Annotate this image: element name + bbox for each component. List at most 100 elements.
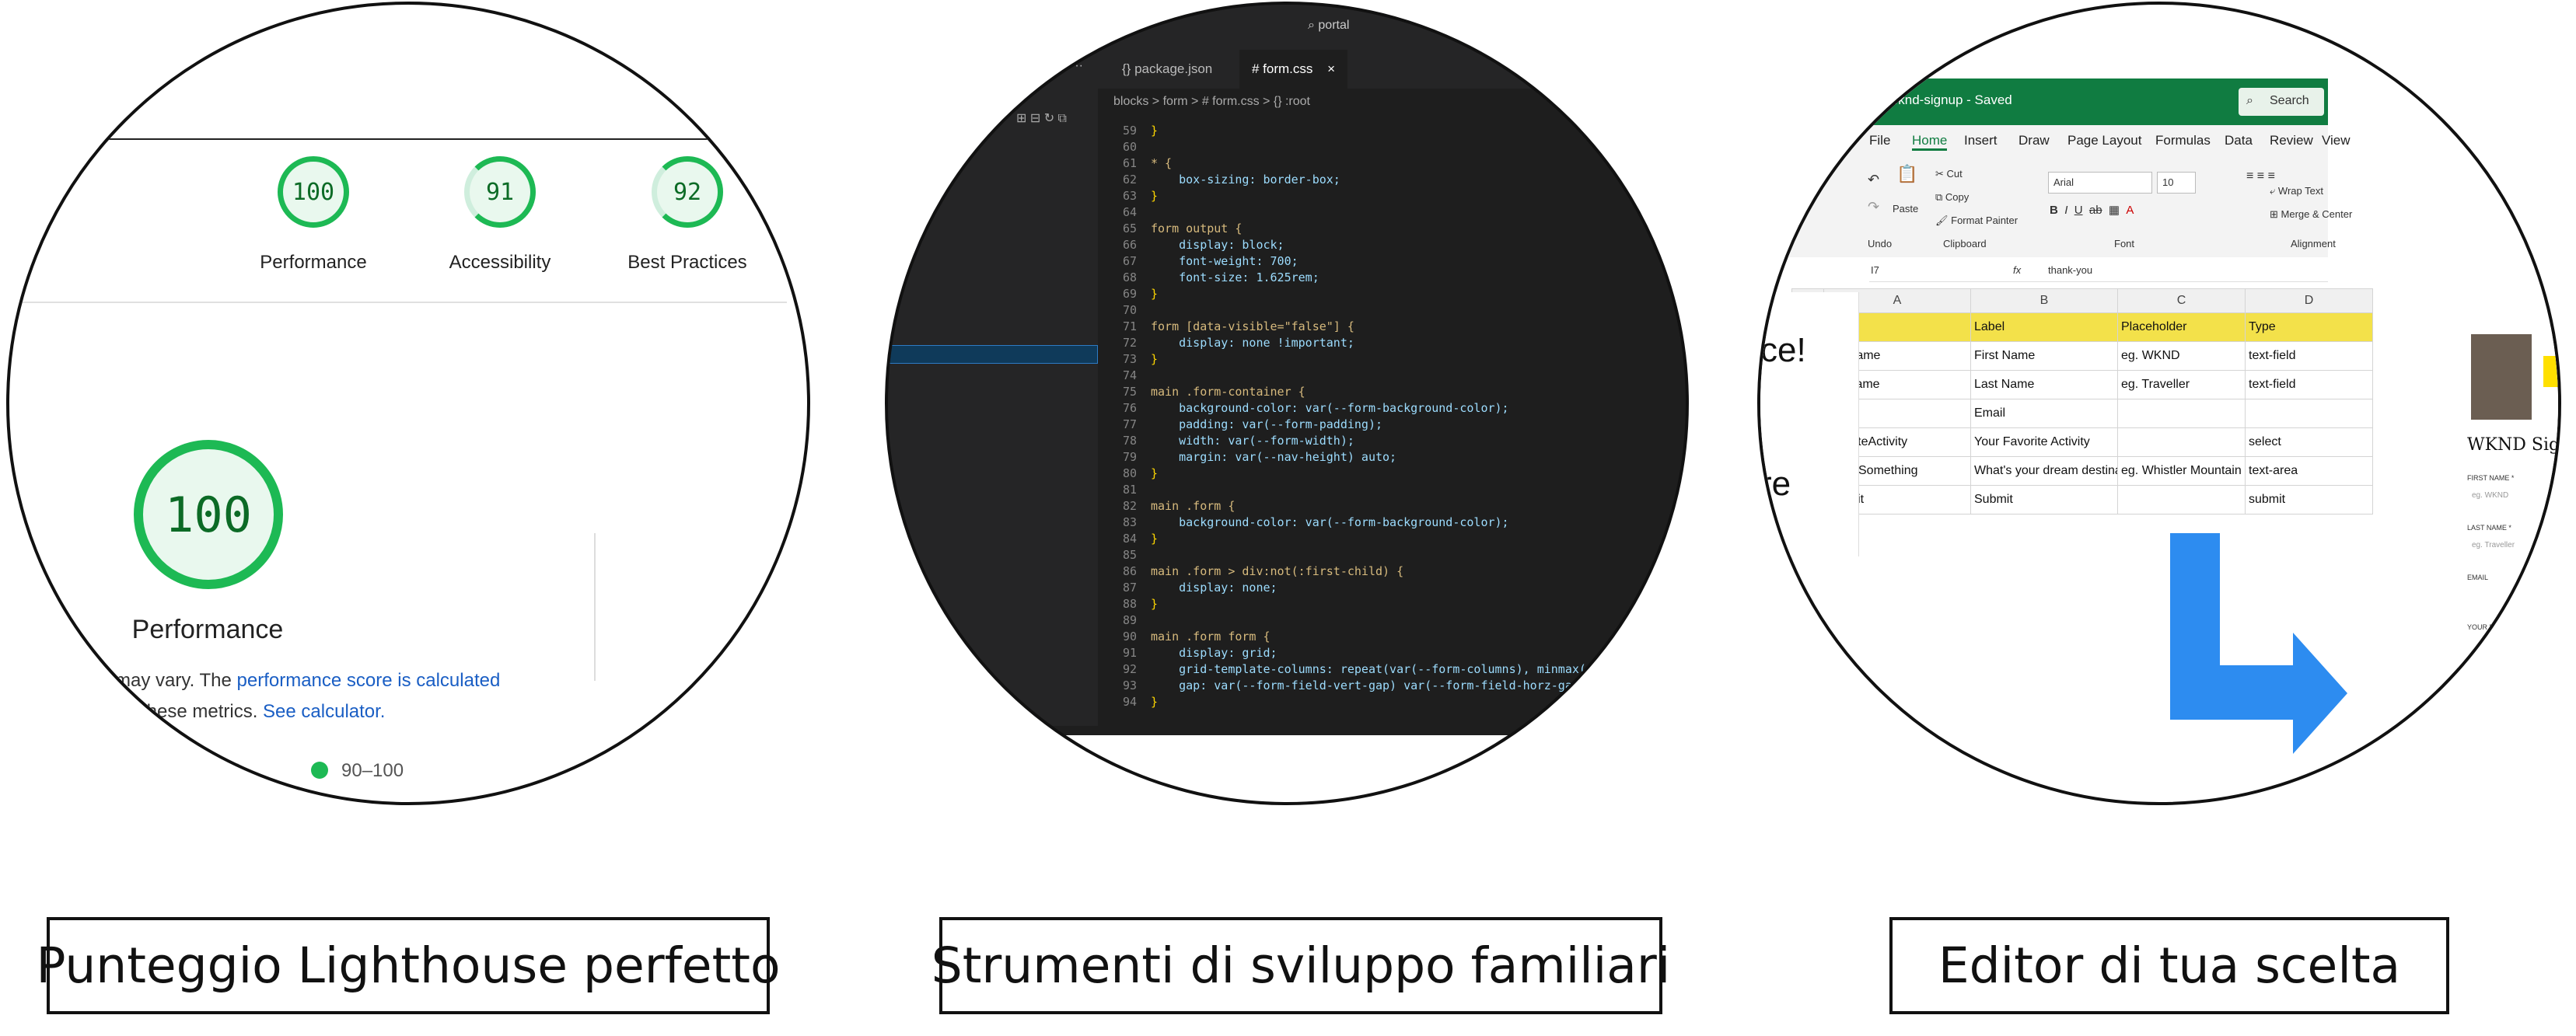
last-name-input[interactable]: eg. Traveller	[2472, 541, 2515, 549]
code-line[interactable]: 67 font-weight: 700;	[1098, 253, 1600, 270]
code-line[interactable]: 65 form output {	[1098, 221, 1600, 237]
code-line[interactable]: 91 display: grid;	[1098, 645, 1600, 661]
table-cell[interactable]: select	[2245, 427, 2373, 457]
paste-icon[interactable]: 📋	[1896, 164, 1917, 184]
code-line[interactable]: 71 form [data-visible="false"] {	[1098, 319, 1600, 335]
table-cell[interactable]: Submit	[1970, 485, 2118, 515]
column-header[interactable]: C	[2117, 288, 2246, 313]
menu-page-layout[interactable]: Page Layout	[2067, 133, 2141, 148]
copy-button[interactable]: ⧉ Copy	[1935, 191, 1969, 204]
merge-center-button[interactable]: ⊞ Merge & Center	[2270, 208, 2352, 221]
code-line[interactable]: 94}	[1098, 694, 1600, 710]
tab-form-css[interactable]: # form.css ×	[1239, 50, 1348, 89]
command-center[interactable]: ⌕ portal	[1308, 19, 1349, 33]
close-icon[interactable]: ×	[1327, 61, 1335, 76]
performance-gauge-small[interactable]: 100	[278, 156, 349, 228]
table-cell[interactable]: text-area	[2245, 456, 2373, 486]
first-name-input[interactable]: eg. WKND	[2472, 491, 2508, 500]
menu-home[interactable]: Home	[1912, 133, 1948, 151]
font-size-select[interactable]: 10	[2157, 172, 2196, 194]
table-cell[interactable]: eg. Whistler Mountain	[2117, 456, 2246, 486]
menu-data[interactable]: Data	[2225, 133, 2253, 148]
table-cell[interactable]: eg. Traveller	[2117, 370, 2246, 399]
file-name[interactable]: wknd-signup - Saved	[1889, 92, 2012, 108]
code-line[interactable]: 83 background-color: var(--form-backgrou…	[1098, 515, 1600, 531]
code-line[interactable]: 60	[1098, 139, 1600, 155]
breadcrumb-text[interactable]: blocks > form > # form.css > {} :root	[1113, 95, 1310, 109]
column-header[interactable]: B	[1970, 288, 2118, 313]
code-line[interactable]: 82 main .form {	[1098, 498, 1600, 515]
code-line[interactable]: 76 background-color: var(--form-backgrou…	[1098, 400, 1600, 417]
code-line[interactable]: 61 * {	[1098, 155, 1600, 172]
code-line[interactable]: 78 width: var(--form-width);	[1098, 433, 1600, 449]
format-painter-button[interactable]: 🖌 Format Painter	[1935, 215, 2018, 227]
table-cell[interactable]: What's your dream destinatio	[1970, 456, 2118, 486]
code-line[interactable]: 59}	[1098, 123, 1600, 139]
code-line[interactable]: 81	[1098, 482, 1600, 498]
table-cell[interactable]: Your Favorite Activity	[1970, 427, 2118, 457]
code-line[interactable]: 77 padding: var(--form-padding);	[1098, 417, 1600, 433]
best-practices-gauge[interactable]: 92	[652, 156, 723, 228]
table-cell[interactable]: First Name	[1970, 341, 2118, 371]
spreadsheet-grid[interactable]: A B C D 1FieldLabelPlaceholderType2first…	[1791, 288, 2373, 515]
code-line[interactable]: 70	[1098, 302, 1600, 319]
table-cell[interactable]	[2117, 399, 2246, 428]
code-line[interactable]: 86 main .form > div:not(:first-child) {	[1098, 563, 1600, 580]
menu-draw[interactable]: Draw	[2019, 133, 2050, 148]
table-cell[interactable]	[2117, 427, 2246, 457]
table-cell[interactable]: Label	[1970, 312, 2118, 342]
menu-file[interactable]: File	[1869, 133, 1890, 148]
cut-button[interactable]: ✂ Cut	[1935, 168, 1963, 180]
code-line[interactable]: 62 box-sizing: border-box;	[1098, 172, 1600, 188]
paste-label[interactable]: Paste	[1893, 203, 1918, 215]
table-cell[interactable]: submit	[2245, 485, 2373, 515]
code-line[interactable]: 84}	[1098, 531, 1600, 547]
menu-view[interactable]: View	[2322, 133, 2351, 148]
code-line[interactable]: 87 display: none;	[1098, 580, 1600, 596]
font-name-select[interactable]: Arial	[2048, 172, 2152, 194]
table-cell[interactable]: text-field	[2245, 341, 2373, 371]
code-line[interactable]: 72 display: none !important;	[1098, 335, 1600, 351]
code-line[interactable]: 88}	[1098, 596, 1600, 612]
table-cell[interactable]: Type	[2245, 312, 2373, 342]
code-line[interactable]: 68 font-size: 1.625rem;	[1098, 270, 1600, 286]
search-box[interactable]: ⌕ Search	[2239, 88, 2324, 116]
selected-file-row[interactable]	[888, 345, 1098, 364]
undo-icon[interactable]: ↶	[1868, 172, 1879, 188]
formula-input[interactable]: thank-you	[2048, 264, 2092, 276]
code-line[interactable]: 79 margin: var(--nav-height) auto;	[1098, 449, 1600, 466]
score-calculated-link[interactable]: performance score is calculated	[237, 670, 501, 691]
align-icons[interactable]: ≡ ≡ ≡	[2246, 169, 2275, 183]
menu-formulas[interactable]: Formulas	[2155, 133, 2211, 148]
code-line[interactable]: 74	[1098, 368, 1600, 384]
accessibility-gauge[interactable]: 91	[464, 156, 536, 228]
code-line[interactable]: 90 main .form form {	[1098, 629, 1600, 645]
table-cell[interactable]: eg. WKND	[2117, 341, 2246, 371]
table-cell[interactable]	[2245, 399, 2373, 428]
code-line[interactable]: 89	[1098, 612, 1600, 629]
signup-button[interactable]	[2543, 356, 2558, 387]
menu-insert[interactable]: Insert	[1964, 133, 1998, 148]
code-line[interactable]: 66 display: block;	[1098, 237, 1600, 253]
code-editor[interactable]: 59} 60 61 * {62 box-sizing: border-box; 63} 6…	[1098, 123, 1600, 710]
code-line[interactable]: 85	[1098, 547, 1600, 563]
code-line[interactable]: 64	[1098, 204, 1600, 221]
menu-review[interactable]: Review	[2270, 133, 2313, 148]
table-cell[interactable]: text-field	[2245, 370, 2373, 399]
code-line[interactable]: 63}	[1098, 188, 1600, 204]
code-line[interactable]: 93 gap: var(--form-field-vert-gap) var(-…	[1098, 678, 1600, 694]
code-line[interactable]: 80}	[1098, 466, 1600, 482]
more-icon[interactable]: ···	[1071, 59, 1083, 73]
table-cell[interactable]: Last Name	[1970, 370, 2118, 399]
tab-package-json[interactable]: {} package.json	[1110, 50, 1225, 89]
table-cell[interactable]: Placeholder	[2117, 312, 2246, 342]
see-calculator-link[interactable]: See calculator.	[263, 701, 385, 722]
code-line[interactable]: 69}	[1098, 286, 1600, 302]
redo-icon[interactable]: ↷	[1868, 199, 1879, 215]
table-cell[interactable]	[2117, 485, 2246, 515]
code-line[interactable]: 92 grid-template-columns: repeat(var(--f…	[1098, 661, 1600, 678]
name-box[interactable]: I7	[1871, 264, 1879, 276]
format-buttons[interactable]: B I U ab ▦ A	[2050, 203, 2134, 217]
table-cell[interactable]: Email	[1970, 399, 2118, 428]
wrap-text-button[interactable]: ⤶ Wrap Text	[2270, 185, 2323, 197]
